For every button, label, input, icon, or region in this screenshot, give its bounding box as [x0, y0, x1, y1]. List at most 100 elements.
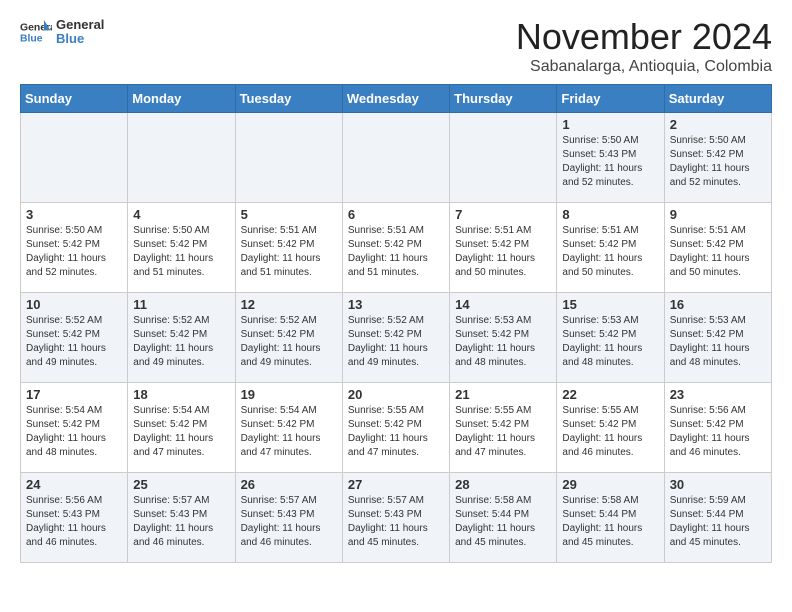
day-number: 9: [670, 207, 766, 222]
day-info: Sunrise: 5:51 AMSunset: 5:42 PMDaylight:…: [562, 224, 658, 280]
weekday-header: Tuesday: [235, 85, 342, 113]
day-number: 25: [133, 477, 229, 492]
day-number: 5: [241, 207, 337, 222]
calendar-cell: 19 Sunrise: 5:54 AMSunset: 5:42 PMDayligh…: [235, 383, 342, 473]
day-number: 6: [348, 207, 444, 222]
calendar-cell: 8 Sunrise: 5:51 AMSunset: 5:42 PMDaylight…: [557, 203, 664, 293]
calendar-cell: 15 Sunrise: 5:53 AMSunset: 5:42 PMDayligh…: [557, 293, 664, 383]
header: General Blue General Blue November 2024 …: [20, 16, 772, 76]
day-number: 27: [348, 477, 444, 492]
month-title: November 2024: [516, 16, 772, 58]
day-number: 15: [562, 297, 658, 312]
day-info: Sunrise: 5:59 AMSunset: 5:44 PMDaylight:…: [670, 494, 766, 550]
day-number: 19: [241, 387, 337, 402]
calendar-cell: 10 Sunrise: 5:52 AMSunset: 5:42 PMDayligh…: [21, 293, 128, 383]
day-number: 21: [455, 387, 551, 402]
day-info: Sunrise: 5:51 AMSunset: 5:42 PMDaylight:…: [348, 224, 444, 280]
calendar-cell: 25 Sunrise: 5:57 AMSunset: 5:43 PMDayligh…: [128, 473, 235, 563]
day-number: 13: [348, 297, 444, 312]
day-info: Sunrise: 5:50 AMSunset: 5:42 PMDaylight:…: [26, 224, 122, 280]
day-number: 10: [26, 297, 122, 312]
weekday-header: Friday: [557, 85, 664, 113]
weekday-header: Sunday: [21, 85, 128, 113]
calendar-cell: 28 Sunrise: 5:58 AMSunset: 5:44 PMDayligh…: [450, 473, 557, 563]
day-number: 14: [455, 297, 551, 312]
weekday-header: Thursday: [450, 85, 557, 113]
day-number: 30: [670, 477, 766, 492]
day-number: 17: [26, 387, 122, 402]
calendar-cell: [21, 113, 128, 203]
weekday-header: Monday: [128, 85, 235, 113]
calendar-cell: 9 Sunrise: 5:51 AMSunset: 5:42 PMDaylight…: [664, 203, 771, 293]
day-number: 7: [455, 207, 551, 222]
calendar-cell: 26Sunrise: 5:57 AMSunset: 5:43 PMDayligh…: [235, 473, 342, 563]
day-number: 18: [133, 387, 229, 402]
calendar-cell: 13 Sunrise: 5:52 AMSunset: 5:42 PMDayligh…: [342, 293, 449, 383]
calendar-cell: [342, 113, 449, 203]
calendar-cell: 29 Sunrise: 5:58 AMSunset: 5:44 PMDayligh…: [557, 473, 664, 563]
calendar-cell: 16Sunrise: 5:53 AMSunset: 5:42 PMDayligh…: [664, 293, 771, 383]
calendar-cell: [450, 113, 557, 203]
calendar-cell: 2 Sunrise: 5:50 AMSunset: 5:42 PMDaylight…: [664, 113, 771, 203]
day-number: 20: [348, 387, 444, 402]
calendar-cell: 7 Sunrise: 5:51 AMSunset: 5:42 PMDaylight…: [450, 203, 557, 293]
day-info: Sunrise: 5:53 AMSunset: 5:42 PMDaylight:…: [670, 314, 766, 370]
calendar-cell: 12 Sunrise: 5:52 AMSunset: 5:42 PMDayligh…: [235, 293, 342, 383]
day-number: 29: [562, 477, 658, 492]
calendar-cell: 11Sunrise: 5:52 AMSunset: 5:42 PMDayligh…: [128, 293, 235, 383]
calendar-cell: 5Sunrise: 5:51 AMSunset: 5:42 PMDaylight…: [235, 203, 342, 293]
day-info: Sunrise: 5:54 AMSunset: 5:42 PMDaylight:…: [26, 404, 122, 460]
weekday-header: Wednesday: [342, 85, 449, 113]
day-info: Sunrise: 5:52 AMSunset: 5:42 PMDaylight:…: [133, 314, 229, 370]
title-block: November 2024 Sabanalarga, Antioquia, Co…: [516, 16, 772, 76]
calendar-cell: 30 Sunrise: 5:59 AMSunset: 5:44 PMDayligh…: [664, 473, 771, 563]
day-number: 23: [670, 387, 766, 402]
day-number: 8: [562, 207, 658, 222]
day-info: Sunrise: 5:51 AMSunset: 5:42 PMDaylight:…: [670, 224, 766, 280]
calendar-cell: 1Sunrise: 5:50 AMSunset: 5:43 PMDaylight…: [557, 113, 664, 203]
day-info: Sunrise: 5:50 AMSunset: 5:43 PMDaylight:…: [562, 134, 658, 190]
calendar-cell: [128, 113, 235, 203]
calendar-cell: 23 Sunrise: 5:56 AMSunset: 5:42 PMDayligh…: [664, 383, 771, 473]
weekday-header: Saturday: [664, 85, 771, 113]
day-info: Sunrise: 5:57 AMSunset: 5:43 PMDaylight:…: [348, 494, 444, 550]
day-info: Sunrise: 5:52 AMSunset: 5:42 PMDaylight:…: [348, 314, 444, 370]
calendar-cell: 20 Sunrise: 5:55 AMSunset: 5:42 PMDayligh…: [342, 383, 449, 473]
logo-general-text: General: [56, 18, 104, 32]
calendar-cell: 14 Sunrise: 5:53 AMSunset: 5:42 PMDayligh…: [450, 293, 557, 383]
day-info: Sunrise: 5:55 AMSunset: 5:42 PMDaylight:…: [455, 404, 551, 460]
calendar-cell: [235, 113, 342, 203]
day-info: Sunrise: 5:58 AMSunset: 5:44 PMDaylight:…: [455, 494, 551, 550]
day-number: 2: [670, 117, 766, 132]
calendar-cell: 27 Sunrise: 5:57 AMSunset: 5:43 PMDayligh…: [342, 473, 449, 563]
day-info: Sunrise: 5:52 AMSunset: 5:42 PMDaylight:…: [26, 314, 122, 370]
day-number: 12: [241, 297, 337, 312]
day-info: Sunrise: 5:52 AMSunset: 5:42 PMDaylight:…: [241, 314, 337, 370]
day-number: 28: [455, 477, 551, 492]
calendar-cell: 24Sunrise: 5:56 AMSunset: 5:43 PMDayligh…: [21, 473, 128, 563]
day-info: Sunrise: 5:55 AMSunset: 5:42 PMDaylight:…: [348, 404, 444, 460]
day-info: Sunrise: 5:51 AMSunset: 5:42 PMDaylight:…: [455, 224, 551, 280]
day-info: Sunrise: 5:57 AMSunset: 5:43 PMDaylight:…: [133, 494, 229, 550]
calendar-cell: 22Sunrise: 5:55 AMSunset: 5:42 PMDayligh…: [557, 383, 664, 473]
day-info: Sunrise: 5:56 AMSunset: 5:43 PMDaylight:…: [26, 494, 122, 550]
day-info: Sunrise: 5:54 AMSunset: 5:42 PMDaylight:…: [241, 404, 337, 460]
calendar-cell: 3Sunrise: 5:50 AMSunset: 5:42 PMDaylight…: [21, 203, 128, 293]
day-info: Sunrise: 5:57 AMSunset: 5:43 PMDaylight:…: [241, 494, 337, 550]
day-info: Sunrise: 5:53 AMSunset: 5:42 PMDaylight:…: [455, 314, 551, 370]
day-info: Sunrise: 5:56 AMSunset: 5:42 PMDaylight:…: [670, 404, 766, 460]
calendar-cell: 18 Sunrise: 5:54 AMSunset: 5:42 PMDayligh…: [128, 383, 235, 473]
location-subtitle: Sabanalarga, Antioquia, Colombia: [516, 58, 772, 76]
day-info: Sunrise: 5:50 AMSunset: 5:42 PMDaylight:…: [670, 134, 766, 190]
day-info: Sunrise: 5:53 AMSunset: 5:42 PMDaylight:…: [562, 314, 658, 370]
calendar-cell: 21 Sunrise: 5:55 AMSunset: 5:42 PMDayligh…: [450, 383, 557, 473]
calendar-table: SundayMondayTuesdayWednesdayThursdayFrid…: [20, 84, 772, 563]
logo: General Blue General Blue: [20, 16, 104, 48]
day-info: Sunrise: 5:55 AMSunset: 5:42 PMDaylight:…: [562, 404, 658, 460]
svg-text:Blue: Blue: [20, 34, 43, 45]
calendar-cell: 17 Sunrise: 5:54 AMSunset: 5:42 PMDayligh…: [21, 383, 128, 473]
day-number: 4: [133, 207, 229, 222]
day-info: Sunrise: 5:50 AMSunset: 5:42 PMDaylight:…: [133, 224, 229, 280]
day-info: Sunrise: 5:54 AMSunset: 5:42 PMDaylight:…: [133, 404, 229, 460]
day-info: Sunrise: 5:58 AMSunset: 5:44 PMDaylight:…: [562, 494, 658, 550]
